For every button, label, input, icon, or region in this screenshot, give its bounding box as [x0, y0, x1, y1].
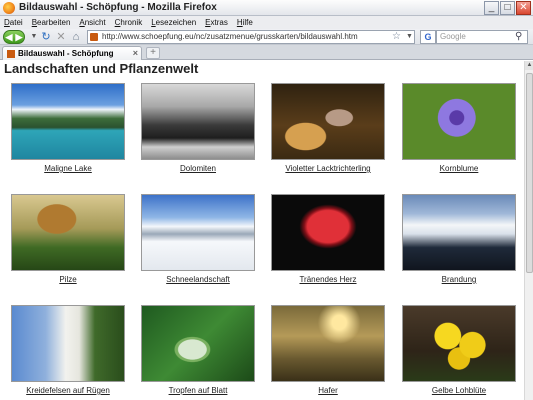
surf-waves-image[interactable]: [402, 194, 516, 271]
image-card-hafer[interactable]: Hafer: [271, 305, 385, 395]
menu-chronik[interactable]: Chronik: [115, 16, 143, 29]
scrollbar-thumb[interactable]: [526, 73, 533, 273]
back-forward-buttons[interactable]: ◀ ▶: [3, 30, 25, 44]
stop-icon[interactable]: ✕: [54, 30, 68, 44]
image-card-brandung[interactable]: Brandung: [402, 194, 516, 284]
url-input[interactable]: http://www.schoepfung.eu/nc/zusatzmenue/…: [87, 30, 415, 44]
mushroom-image[interactable]: [11, 194, 125, 271]
minimize-button[interactable]: _: [484, 1, 499, 15]
bleeding-heart-flower-image[interactable]: [271, 194, 385, 271]
image-caption-link[interactable]: Brandung: [402, 275, 516, 284]
chalk-cliffs-image[interactable]: [11, 305, 125, 382]
image-caption-link[interactable]: Pilze: [11, 275, 125, 284]
image-card-dolomiten[interactable]: Dolomiten: [141, 83, 255, 173]
image-caption-link[interactable]: Gelbe Lohblüte: [402, 386, 516, 395]
menu-datei[interactable]: Datei: [4, 16, 23, 29]
home-icon[interactable]: ⌂: [69, 30, 83, 44]
search-engine-icon[interactable]: G: [420, 30, 436, 44]
tab-strip: Bildauswahl - Schöpfung × +: [0, 45, 533, 60]
mushroom-image[interactable]: [271, 83, 385, 160]
image-caption-link[interactable]: Kreidefelsen auf Rügen: [11, 386, 125, 395]
forward-arrow-icon[interactable]: ▶: [16, 32, 23, 43]
search-magnifier-icon[interactable]: ⚲: [515, 30, 522, 44]
image-card-traenendes-herz[interactable]: Tränendes Herz: [271, 194, 385, 284]
scroll-up-arrow-icon[interactable]: ▲: [525, 61, 533, 70]
image-caption-link[interactable]: Hafer: [271, 386, 385, 395]
page-title: Landschaften und Pflanzenwelt: [4, 61, 199, 76]
page-content: Landschaften und Pflanzenwelt Maligne La…: [0, 61, 524, 400]
cornflower-image[interactable]: [402, 83, 516, 160]
image-card-violetter-lacktrichterling[interactable]: Violetter Lacktrichterling: [271, 83, 385, 173]
menu-lesezeichen[interactable]: Lesezeichen: [151, 16, 196, 29]
menu-bar: Datei Bearbeiten Ansicht Chronik Lesezei…: [0, 16, 533, 29]
menu-extras[interactable]: Extras: [205, 16, 228, 29]
image-card-schneelandschaft[interactable]: Schneelandschaft: [141, 194, 255, 284]
firefox-icon: [3, 2, 15, 14]
back-arrow-icon[interactable]: ◀: [6, 32, 13, 43]
bookmark-star-icon[interactable]: ☆: [392, 30, 401, 44]
water-drop-leaf-image[interactable]: [141, 305, 255, 382]
tab-bildauswahl[interactable]: Bildauswahl - Schöpfung ×: [2, 46, 142, 60]
window-titlebar: Bildauswahl - Schöpfung - Mozilla Firefo…: [0, 0, 533, 16]
tab-favicon-icon: [7, 50, 15, 58]
image-card-gelbe-lohbluete[interactable]: Gelbe Lohblüte: [402, 305, 516, 395]
image-caption-link[interactable]: Dolomiten: [141, 164, 255, 173]
reload-icon[interactable]: ↻: [39, 30, 53, 44]
image-caption-link[interactable]: Tropfen auf Blatt: [141, 386, 255, 395]
image-caption-link[interactable]: Tränendes Herz: [271, 275, 385, 284]
yellow-slime-mold-image[interactable]: [402, 305, 516, 382]
close-button[interactable]: ✕: [516, 1, 531, 15]
window-controls: _ □ ✕: [484, 1, 531, 15]
new-tab-button[interactable]: +: [146, 47, 160, 59]
mountains-image[interactable]: [141, 83, 255, 160]
image-card-tropfen-auf-blatt[interactable]: Tropfen auf Blatt: [141, 305, 255, 395]
image-caption-link[interactable]: Schneelandschaft: [141, 275, 255, 284]
site-favicon-icon: [90, 33, 98, 41]
tab-close-icon[interactable]: ×: [133, 47, 138, 60]
window-title: Bildauswahl - Schöpfung - Mozilla Firefo…: [19, 2, 217, 13]
menu-hilfe[interactable]: Hilfe: [237, 16, 253, 29]
url-dropdown-icon[interactable]: ▼: [406, 30, 413, 44]
menu-bearbeiten[interactable]: Bearbeiten: [32, 16, 71, 29]
snow-mountains-image[interactable]: [141, 194, 255, 271]
image-card-kreidefelsen[interactable]: Kreidefelsen auf Rügen: [11, 305, 125, 395]
image-caption-link[interactable]: Violetter Lacktrichterling: [271, 164, 385, 173]
menu-ansicht[interactable]: Ansicht: [79, 16, 105, 29]
image-card-pilze[interactable]: Pilze: [11, 194, 125, 284]
maximize-button[interactable]: □: [500, 1, 515, 15]
vertical-scrollbar[interactable]: ▲: [524, 61, 533, 400]
image-caption-link[interactable]: Maligne Lake: [11, 164, 125, 173]
image-caption-link[interactable]: Kornblume: [402, 164, 516, 173]
image-card-kornblume[interactable]: Kornblume: [402, 83, 516, 173]
oats-image[interactable]: [271, 305, 385, 382]
navigation-toolbar: ◀ ▶ ▼ ↻ ✕ ⌂ http://www.schoepfung.eu/nc/…: [0, 29, 533, 45]
lake-landscape-image[interactable]: [11, 83, 125, 160]
image-card-maligne-lake[interactable]: Maligne Lake: [11, 83, 125, 173]
tab-label: Bildauswahl - Schöpfung: [18, 49, 114, 58]
